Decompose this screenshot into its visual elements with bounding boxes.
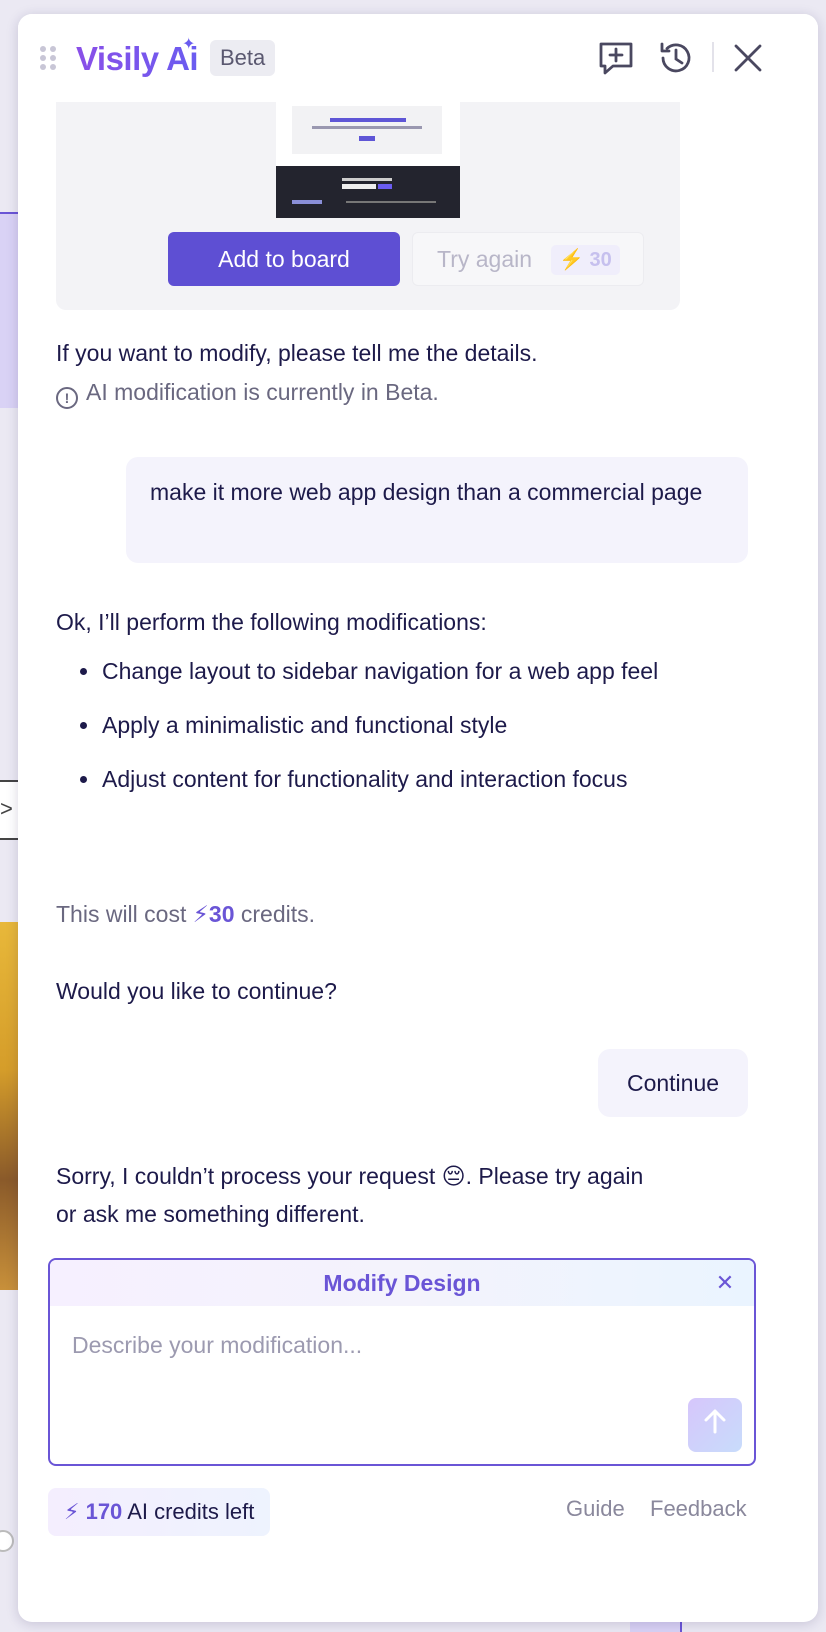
modify-design-title: Modify Design bbox=[323, 1270, 481, 1296]
list-item: Adjust content for functionality and int… bbox=[56, 760, 696, 798]
cost-value: 30 bbox=[208, 901, 235, 927]
try-again-cost-badge: ⚡ 30 bbox=[551, 245, 620, 275]
history-icon[interactable] bbox=[656, 38, 696, 78]
header-divider bbox=[712, 42, 714, 72]
sparkle-icon: ⚡ bbox=[559, 249, 584, 271]
sparkle-icon: ⚡ bbox=[192, 901, 209, 927]
add-to-board-button[interactable]: Add to board bbox=[168, 232, 400, 286]
modification-input[interactable] bbox=[50, 1306, 754, 1416]
try-again-cost-value: 30 bbox=[589, 249, 612, 271]
cost-suffix: credits. bbox=[240, 901, 316, 927]
canvas-arrow-icon: > bbox=[0, 796, 13, 821]
cost-line: This will cost ⚡30 credits. bbox=[56, 895, 315, 933]
assistant-message: If you want to modify, please tell me th… bbox=[56, 340, 538, 366]
sparkle-icon: ✦ bbox=[182, 36, 196, 53]
try-again-button[interactable]: Try again ⚡ 30 bbox=[412, 232, 644, 286]
sparkle-icon: ⚡ bbox=[64, 1499, 80, 1524]
arrow-up-icon bbox=[704, 1409, 726, 1434]
ai-chat-panel: Visily Ai ✦ Beta Add to board Try again … bbox=[18, 14, 818, 1622]
modify-design-header: Modify Design ✕ bbox=[50, 1260, 754, 1306]
close-icon[interactable]: ✕ bbox=[710, 1260, 740, 1306]
guide-link[interactable]: Guide bbox=[566, 1496, 625, 1522]
send-button[interactable] bbox=[688, 1398, 742, 1452]
continue-question: Would you like to continue? bbox=[56, 978, 337, 1004]
close-icon[interactable] bbox=[728, 38, 768, 78]
list-item: Apply a minimalistic and functional styl… bbox=[56, 706, 696, 744]
feedback-link[interactable]: Feedback bbox=[650, 1496, 747, 1522]
credits-label: AI credits left bbox=[127, 1499, 255, 1524]
try-again-label: Try again bbox=[437, 245, 533, 272]
modification-list: Change layout to sidebar navigation for … bbox=[56, 652, 696, 814]
app-logo: Visily Ai bbox=[76, 40, 199, 77]
beta-note-text: AI modification is currently in Beta. bbox=[86, 379, 439, 405]
design-preview-card: Add to board Try again ⚡ 30 bbox=[56, 102, 680, 310]
beta-badge: Beta bbox=[210, 40, 276, 76]
cost-prefix: This will cost bbox=[56, 901, 187, 927]
drag-handle-icon[interactable] bbox=[40, 46, 56, 70]
user-message-bubble: make it more web app design than a comme… bbox=[126, 457, 748, 563]
canvas-fragment bbox=[0, 212, 18, 408]
error-message: Sorry, I couldn’t process your request 😔… bbox=[56, 1163, 644, 1227]
design-preview-image bbox=[276, 102, 460, 218]
canvas-image bbox=[0, 922, 18, 1290]
canvas-handle bbox=[0, 1530, 14, 1552]
credits-badge: ⚡ 170 AI credits left bbox=[48, 1488, 271, 1536]
modify-design-box: Modify Design ✕ bbox=[48, 1258, 756, 1466]
list-item: Change layout to sidebar navigation for … bbox=[56, 652, 696, 690]
panel-header: Visily Ai ✦ Beta bbox=[18, 14, 818, 102]
info-icon: ! bbox=[56, 387, 78, 409]
chat-scroll-area[interactable]: Add to board Try again ⚡ 30 If you want … bbox=[18, 102, 818, 1254]
continue-reply-bubble[interactable]: Continue bbox=[598, 1049, 748, 1117]
new-chat-icon[interactable] bbox=[596, 38, 636, 78]
credits-value: 170 bbox=[85, 1499, 123, 1524]
beta-note: ! AI modification is currently in Beta. bbox=[56, 373, 439, 411]
assistant-intro: Ok, I’ll perform the following modificat… bbox=[56, 609, 487, 635]
